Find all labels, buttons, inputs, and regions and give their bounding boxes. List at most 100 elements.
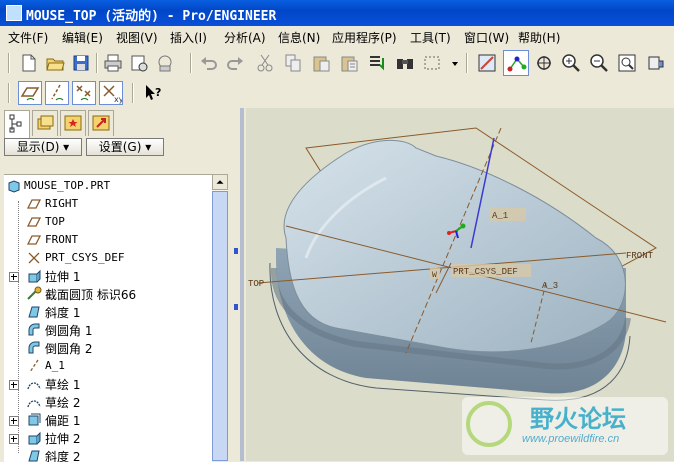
paste-special-icon[interactable] xyxy=(338,52,360,74)
extrude-icon xyxy=(26,430,42,446)
menu-tools[interactable]: 工具(T) xyxy=(410,29,451,46)
tree-item-label: PRT_CSYS_DEF xyxy=(45,251,125,264)
datum-point-display-icon[interactable] xyxy=(72,81,96,105)
tree-item-sketch-2[interactable]: 草绘 2 xyxy=(4,393,212,411)
svg-text:?: ? xyxy=(155,86,161,99)
select-dropdown-icon[interactable] xyxy=(444,52,458,74)
svg-text:xyz: xyz xyxy=(114,95,122,104)
send-icon[interactable] xyxy=(128,52,150,74)
tab-model-tree[interactable] xyxy=(4,110,30,138)
expand-icon[interactable] xyxy=(9,272,19,282)
tree-item-top[interactable]: TOP xyxy=(4,213,212,231)
tree-item-draft-2[interactable]: 斜度 2 xyxy=(4,447,212,462)
tree-item-round-1[interactable]: 倒圆角 1 xyxy=(4,321,212,339)
forum-watermark: 野火论坛 www.proewildfire.cn xyxy=(462,397,668,455)
tree-item-round-2[interactable]: 倒圆角 2 xyxy=(4,339,212,357)
settings-dropdown-button[interactable]: 设置(G) ▾ xyxy=(86,138,164,156)
select-box-icon[interactable] xyxy=(422,52,444,74)
cut-icon[interactable] xyxy=(254,52,276,74)
tree-item-axis-a1[interactable]: A_1 xyxy=(4,357,212,375)
save-icon[interactable] xyxy=(70,52,92,74)
view-manager-icon[interactable] xyxy=(644,52,666,74)
menu-window[interactable]: 窗口(W) xyxy=(464,29,509,46)
email-icon[interactable] xyxy=(154,52,176,74)
tree-item-label: 拉伸 1 xyxy=(45,270,81,284)
menu-applications[interactable]: 应用程序(P) xyxy=(332,29,397,46)
tree-item-sketch-1[interactable]: 草绘 1 xyxy=(4,375,212,393)
extrude-icon xyxy=(26,268,42,284)
tree-item-label: RIGHT xyxy=(45,197,79,210)
tree-item-draft-1[interactable]: 斜度 1 xyxy=(4,303,212,321)
forum-logo-icon xyxy=(466,401,512,447)
expand-icon[interactable] xyxy=(9,380,19,390)
undo-icon[interactable] xyxy=(198,52,220,74)
menu-insert[interactable]: 插入(I) xyxy=(170,29,207,46)
datum-plane-icon xyxy=(26,232,42,248)
spin-center-icon[interactable] xyxy=(503,50,529,76)
tab-favorites[interactable] xyxy=(60,110,86,136)
graphics-viewport[interactable]: A_1 PRT_CSYS_DEF W A_3 FRONT TOP 野火论坛 ww… xyxy=(246,108,674,461)
label-a1: A_1 xyxy=(492,211,508,221)
tree-item-label: 偏距 1 xyxy=(45,414,81,428)
expand-icon[interactable] xyxy=(9,434,19,444)
tree-item-label: 草绘 1 xyxy=(45,378,81,392)
repaint-icon[interactable] xyxy=(476,52,498,74)
expand-icon[interactable] xyxy=(9,416,19,426)
tab-folder-browser[interactable] xyxy=(32,110,58,136)
section-dome-icon xyxy=(26,286,42,302)
tree-item-label: 斜度 2 xyxy=(45,450,81,462)
collapse-icon[interactable] xyxy=(234,304,238,310)
tree-item-label: 拉伸 2 xyxy=(45,432,81,446)
new-icon[interactable] xyxy=(18,52,40,74)
tree-item-extrude-2[interactable]: 拉伸 2 xyxy=(4,429,212,447)
menu-analysis[interactable]: 分析(A) xyxy=(224,29,266,46)
collapse-icon[interactable] xyxy=(234,248,238,254)
regenerate-icon[interactable] xyxy=(366,52,388,74)
draft-icon xyxy=(26,304,42,320)
menu-view[interactable]: 视图(V) xyxy=(116,29,158,46)
draft-icon xyxy=(26,448,42,462)
tab-connections[interactable] xyxy=(88,110,114,136)
tree-item-label: A_1 xyxy=(45,359,65,372)
tree-scrollbar[interactable] xyxy=(212,174,228,461)
datum-plane-display-icon[interactable] xyxy=(18,81,42,105)
sketch-icon xyxy=(26,394,42,410)
datum-axis-display-icon[interactable] xyxy=(45,81,69,105)
refit-icon[interactable] xyxy=(616,52,638,74)
tree-item-csys[interactable]: PRT_CSYS_DEF xyxy=(4,249,212,267)
paste-icon[interactable] xyxy=(310,52,332,74)
scroll-thumb[interactable] xyxy=(212,191,228,461)
tree-item-label: 草绘 2 xyxy=(45,396,81,410)
redo-icon[interactable] xyxy=(224,52,246,74)
app-icon xyxy=(6,5,22,21)
panel-splitter[interactable] xyxy=(232,108,246,461)
tree-item-offset-1[interactable]: 偏距 1 xyxy=(4,411,212,429)
main-toolbar xyxy=(0,48,674,78)
zoom-out-icon[interactable] xyxy=(588,52,610,74)
menu-file[interactable]: 文件(F) xyxy=(8,29,48,46)
scroll-up-icon[interactable] xyxy=(212,174,228,190)
tree-item-section-dome[interactable]: 截面圆顶 标识66 xyxy=(4,285,212,303)
tree-item-right[interactable]: RIGHT xyxy=(4,195,212,213)
tree-item-extrude-1[interactable]: 拉伸 1 xyxy=(4,267,212,285)
whats-this-icon[interactable]: ? xyxy=(142,82,164,104)
datum-axis-icon xyxy=(26,358,42,374)
round-icon xyxy=(26,322,42,338)
menu-help[interactable]: 帮助(H) xyxy=(518,29,560,46)
open-icon[interactable] xyxy=(44,52,66,74)
print-icon[interactable] xyxy=(102,52,124,74)
datum-toolbar: xyz ? xyxy=(0,78,674,108)
tree-item-front[interactable]: FRONT xyxy=(4,231,212,249)
menu-info[interactable]: 信息(N) xyxy=(278,29,320,46)
coordinate-system-display-icon[interactable]: xyz xyxy=(99,81,123,105)
copy-icon[interactable] xyxy=(282,52,304,74)
zoom-in-icon[interactable] xyxy=(560,52,582,74)
orient-icon[interactable] xyxy=(533,52,555,74)
offset-icon xyxy=(26,412,42,428)
round-icon xyxy=(26,340,42,356)
tree-item-root[interactable]: MOUSE_TOP.PRT xyxy=(4,177,212,195)
find-icon[interactable] xyxy=(394,52,416,74)
menu-edit[interactable]: 编辑(E) xyxy=(62,29,103,46)
menu-bar: 文件(F) 编辑(E) 视图(V) 插入(I) 分析(A) 信息(N) 应用程序… xyxy=(0,26,674,46)
show-dropdown-button[interactable]: 显示(D) ▾ xyxy=(4,138,82,156)
